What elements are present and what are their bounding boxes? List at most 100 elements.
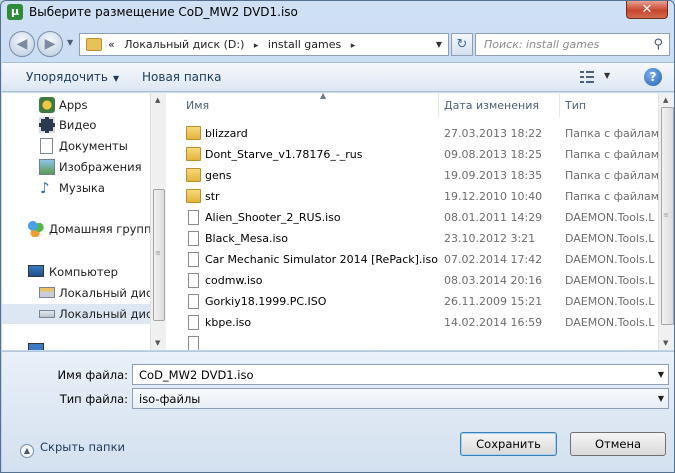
save-dialog: µ Выберите размещение CoD_MW2 DVD1.iso ✕… <box>0 0 675 473</box>
filetype-select[interactable]: iso-файлы ▼ <box>132 388 669 409</box>
refresh-icon: ↻ <box>456 37 468 52</box>
column-divider[interactable] <box>438 93 439 117</box>
chevron-down-icon[interactable]: ▼ <box>658 394 664 403</box>
homegroup-icon <box>28 221 44 237</box>
filetype-label: Тип файла: <box>59 392 128 406</box>
title-bar: µ Выберите размещение CoD_MW2 DVD1.iso ✕ <box>1 1 674 25</box>
breadcrumb-overflow[interactable]: « <box>108 38 115 51</box>
sidebar-item-label: Локальный диск <box>59 286 150 300</box>
file-row[interactable]: codmw.iso 08.03.2014 20:16 DAEMON.Tools.… <box>168 270 658 291</box>
file-date: 07.02.2014 17:42 <box>444 253 543 266</box>
view-dropdown[interactable]: ▼ <box>604 71 610 80</box>
sidebar-scrollbar[interactable]: ▲ ≡ ▼ <box>150 93 166 350</box>
sidebar-item-label: Apps <box>59 98 88 112</box>
search-input[interactable]: Поиск: install games <box>484 38 599 51</box>
scroll-down-icon[interactable]: ▼ <box>663 339 668 347</box>
file-row[interactable]: gens 19.09.2013 18:35 Папка с файлами <box>168 165 658 186</box>
breadcrumb-item-drive[interactable]: Локальный диск (D:) <box>124 38 244 51</box>
file-date: 19.12.2010 10:40 <box>444 190 543 203</box>
breadcrumb-item-install-games[interactable]: install games <box>268 38 341 51</box>
sidebar-item-music[interactable]: ♪ Музыка <box>2 178 150 198</box>
column-header-type[interactable]: Тип <box>565 93 658 117</box>
file-date: 09.08.2013 18:25 <box>444 148 543 161</box>
sidebar-item-documents[interactable]: Документы <box>2 136 150 156</box>
window-title: Выберите размещение CoD_MW2 DVD1.iso <box>29 5 298 19</box>
column-divider[interactable] <box>559 93 560 117</box>
sidebar-item-homegroup[interactable]: Домашняя группа <box>2 219 150 239</box>
file-row[interactable]: Car Mechanic Simulator 2014 [RePack].iso… <box>168 249 658 270</box>
view-options-icon[interactable] <box>580 71 594 83</box>
sidebar-item-local-disk-c[interactable]: Локальный диск <box>2 283 150 303</box>
sidebar-item-computer[interactable]: Компьютер <box>2 262 150 282</box>
scroll-down-icon[interactable]: ▼ <box>155 339 160 347</box>
new-folder-button[interactable]: Новая папка <box>142 70 221 84</box>
file-row[interactable] <box>168 333 658 350</box>
chevron-up-icon: ▲ <box>20 444 34 458</box>
sidebar-item-network[interactable] <box>2 343 150 350</box>
file-date: 14.02.2014 16:59 <box>444 316 543 329</box>
arrow-left-icon: ◀ <box>16 36 28 52</box>
chevron-right-icon[interactable]: ▸ <box>351 41 356 51</box>
forward-button[interactable]: ▶ <box>37 31 63 57</box>
file-name: blizzard <box>205 127 248 140</box>
sidebar-item-video[interactable]: Видео <box>2 115 150 135</box>
scroll-up-icon[interactable]: ▲ <box>663 96 668 104</box>
chevron-down-icon[interactable]: ▼ <box>658 370 664 379</box>
close-button[interactable]: ✕ <box>626 1 668 19</box>
hide-folders-toggle[interactable]: ▲ Скрыть папки <box>20 440 125 458</box>
computer-icon <box>28 265 44 277</box>
drive-icon <box>39 287 55 298</box>
file-icon <box>188 210 199 225</box>
scroll-grip-icon: ≡ <box>155 249 161 257</box>
breadcrumb: « Локальный диск (D:) ▸ install games ▸ <box>108 38 361 51</box>
scroll-grip-icon: ≡ <box>663 211 669 219</box>
file-row[interactable]: blizzard 27.03.2013 18:22 Папка с файлам… <box>168 123 658 144</box>
file-row[interactable]: str 19.12.2010 10:40 Папка с файлами <box>168 186 658 207</box>
save-button[interactable]: Сохранить <box>460 432 557 456</box>
chevron-right-icon[interactable]: ▸ <box>254 41 259 51</box>
help-button[interactable]: ? <box>644 68 662 86</box>
recent-locations-dropdown[interactable]: ▼ <box>67 38 73 47</box>
utorrent-icon: µ <box>7 4 23 20</box>
save-form: Имя файла: CoD_MW2 DVD1.iso ▼ Тип файла:… <box>2 351 674 472</box>
file-row[interactable]: kbpe.iso 14.02.2014 16:59 DAEMON.Tools.L <box>168 312 658 333</box>
file-row[interactable]: Gorkiy18.1999.PC.ISO 26.11.2009 15:21 DA… <box>168 291 658 312</box>
file-list-scrollbar[interactable]: ▲ ≡ ▼ <box>658 93 674 350</box>
command-bar: Упорядочить ▼ Новая папка ▼ ? <box>2 62 674 92</box>
navigation-bar: ◀ ▶ ▼ « Локальный диск (D:) ▸ install ga… <box>7 29 670 59</box>
sidebar-item-local-disk-d[interactable]: Локальный диск <box>2 304 150 324</box>
file-row[interactable]: Dont_Starve_v1.78176_-_rus 09.08.2013 18… <box>168 144 658 165</box>
documents-icon <box>40 138 53 154</box>
address-dropdown[interactable]: ▼ <box>436 40 442 49</box>
sidebar-item-label: Документы <box>59 139 128 153</box>
file-row[interactable]: Alien_Shooter_2_RUS.iso 08.01.2011 14:29… <box>168 207 658 228</box>
sidebar-item-label: Компьютер <box>49 265 118 279</box>
refresh-button[interactable]: ↻ <box>451 33 473 56</box>
filename-field[interactable]: CoD_MW2 DVD1.iso ▼ <box>132 364 669 385</box>
close-icon: ✕ <box>641 2 653 17</box>
file-row[interactable]: Black_Mesa.iso 23.10.2012 3:21 DAEMON.To… <box>168 228 658 249</box>
scroll-up-icon[interactable]: ▲ <box>155 96 160 104</box>
column-header-name[interactable]: Имя ▲ <box>186 93 438 117</box>
chevron-down-icon: ▼ <box>112 74 120 83</box>
sidebar-item-label: Изображения <box>59 160 142 174</box>
back-button[interactable]: ◀ <box>9 31 35 57</box>
file-icon <box>188 273 199 288</box>
folder-icon <box>186 189 201 203</box>
file-date: 19.09.2013 18:35 <box>444 169 543 182</box>
file-name: kbpe.iso <box>205 316 252 329</box>
filename-input[interactable]: CoD_MW2 DVD1.iso <box>139 368 254 382</box>
music-icon: ♪ <box>40 179 50 197</box>
apps-icon <box>39 97 55 113</box>
organize-button[interactable]: Упорядочить ▼ <box>26 70 119 84</box>
sidebar-item-apps[interactable]: Apps <box>2 95 150 115</box>
column-header-date[interactable]: Дата изменения <box>444 93 559 117</box>
search-box[interactable]: Поиск: install games ⚲ <box>475 33 670 56</box>
file-type: DAEMON.Tools.L <box>565 211 655 224</box>
address-bar[interactable]: « Локальный диск (D:) ▸ install games ▸ … <box>79 33 449 56</box>
arrow-right-icon: ▶ <box>44 36 56 52</box>
cancel-button[interactable]: Отмена <box>570 432 666 456</box>
file-date: 08.03.2014 20:16 <box>444 274 543 287</box>
file-name: str <box>205 190 220 203</box>
sidebar-item-images[interactable]: Изображения <box>2 157 150 177</box>
